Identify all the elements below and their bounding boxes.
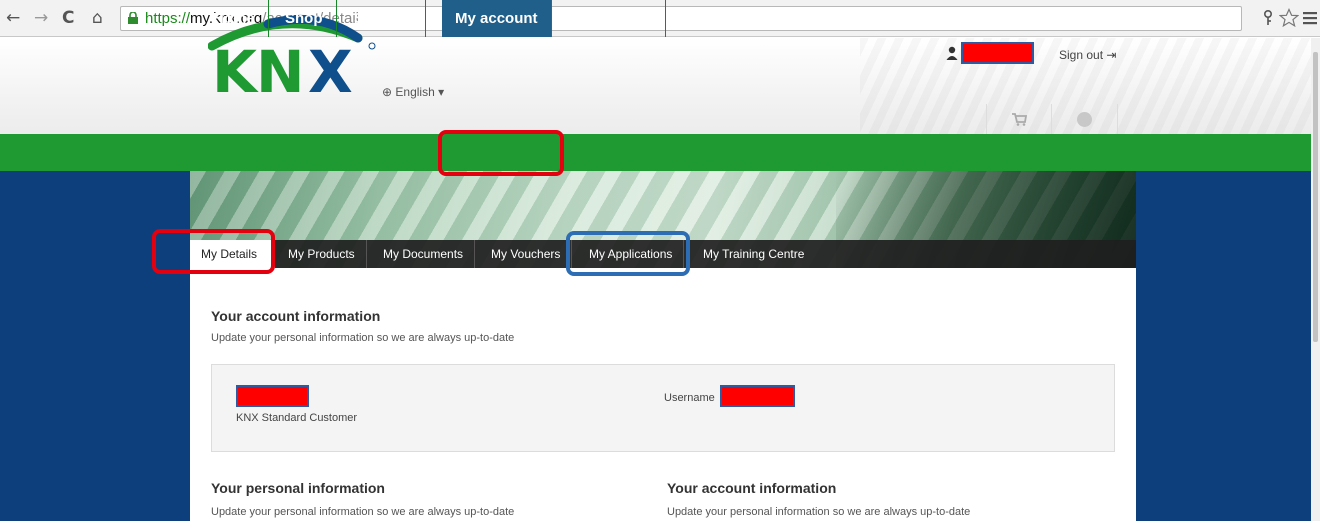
- nav-downloads[interactable]: Downloads: [559, 0, 667, 37]
- back-button[interactable]: ←: [6, 8, 20, 28]
- tab-my-products[interactable]: My Products: [277, 240, 367, 268]
- globe-icon: [1077, 111, 1092, 127]
- account-info-title-2: Your account information: [667, 480, 837, 496]
- highlight-my-details: [152, 229, 275, 274]
- tab-my-documents[interactable]: My Documents: [372, 240, 476, 268]
- nav-support[interactable]: Support: [341, 0, 426, 37]
- account-info-subtitle-2: Update your personal information so we a…: [667, 506, 971, 518]
- highlight-my-applications: [566, 231, 690, 276]
- globe-button[interactable]: [1052, 104, 1118, 134]
- sign-out-link[interactable]: Sign out ⇥: [1059, 48, 1116, 62]
- highlight-my-account: [438, 130, 564, 176]
- site-header: [0, 38, 1320, 134]
- svg-text:KN: KN: [212, 38, 304, 94]
- username-redacted[interactable]: [961, 42, 1034, 64]
- forward-button[interactable]: →: [34, 8, 48, 28]
- name-redacted: [236, 385, 309, 407]
- menu-icon[interactable]: [1303, 11, 1317, 25]
- nav-home[interactable]: Home: [200, 0, 269, 37]
- personal-info-subtitle: Update your personal information so we a…: [211, 506, 515, 518]
- cart-button[interactable]: [986, 104, 1052, 134]
- account-info-subtitle: Update your personal information so we a…: [211, 332, 515, 344]
- nav-shop[interactable]: Shop: [272, 0, 337, 37]
- username-value-redacted: [720, 385, 795, 407]
- reload-button[interactable]: C: [62, 8, 74, 28]
- key-icon[interactable]: [1262, 10, 1274, 26]
- home-button[interactable]: ⌂: [92, 8, 103, 28]
- account-info-title: Your account information: [211, 308, 381, 324]
- star-icon[interactable]: [1279, 8, 1299, 28]
- cart-icon: [1012, 113, 1027, 126]
- url-scheme: https://: [145, 10, 191, 27]
- tab-my-training-centre[interactable]: My Training Centre: [692, 240, 815, 268]
- nav-my-account[interactable]: My account: [442, 0, 552, 37]
- username-label: Username: [664, 392, 715, 404]
- lock-icon: [128, 12, 138, 24]
- scrollbar-thumb[interactable]: [1313, 52, 1318, 342]
- svg-text:X: X: [308, 38, 353, 94]
- main-navigation: [0, 134, 1311, 171]
- language-selector[interactable]: ⊕ English ▾: [382, 85, 444, 99]
- account-summary-box: [211, 364, 1115, 452]
- tab-my-vouchers[interactable]: My Vouchers: [480, 240, 573, 268]
- customer-type: KNX Standard Customer: [236, 412, 358, 424]
- user-icon: [946, 46, 958, 60]
- personal-info-title: Your personal information: [211, 480, 385, 496]
